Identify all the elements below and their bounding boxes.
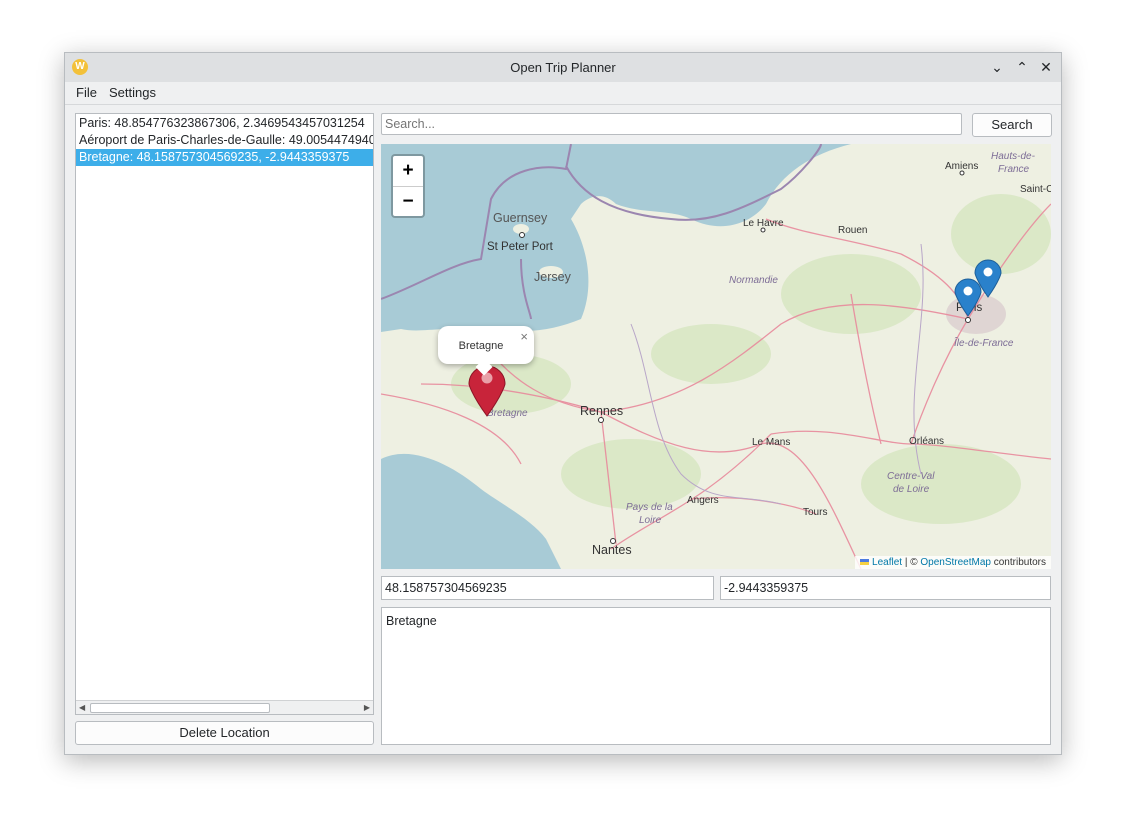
map-label: Le Mans	[752, 437, 790, 448]
map-popup: Bretagne ×	[438, 326, 534, 376]
leaflet-link[interactable]: Leaflet	[872, 557, 902, 568]
zoom-in-button[interactable]: +	[393, 156, 423, 187]
map-label: Loire	[639, 515, 662, 526]
app-window: W Open Trip Planner ⌄ ⌃ ✕ File Settings …	[64, 52, 1062, 755]
location-list[interactable]: Paris: 48.854776323867306, 2.34695434570…	[75, 113, 374, 715]
map-label: Pays de la	[626, 502, 673, 513]
popup-close-icon[interactable]: ×	[520, 329, 528, 344]
menu-file[interactable]: File	[76, 85, 97, 100]
minimize-icon[interactable]: ⌄	[988, 58, 1006, 76]
description-field[interactable]: Bretagne	[381, 607, 1051, 745]
list-item[interactable]: Aéroport de Paris-Charles-de-Gaulle: 49.…	[76, 132, 373, 149]
menu-settings[interactable]: Settings	[109, 85, 156, 100]
title-bar: W Open Trip Planner ⌄ ⌃ ✕	[65, 53, 1061, 82]
map-label: Normandie	[729, 275, 778, 286]
map-label: Hauts-de-	[991, 151, 1036, 162]
map-label: Rennes	[580, 404, 623, 418]
menu-bar: File Settings	[65, 82, 1061, 105]
ukraine-flag-icon	[860, 559, 870, 565]
map-label: Orléans	[909, 436, 944, 447]
map-label: Nantes	[592, 543, 632, 557]
maximize-icon[interactable]: ⌃	[1013, 58, 1031, 76]
map-label: St Peter Port	[487, 241, 554, 253]
map-label: Amiens	[945, 161, 978, 172]
close-icon[interactable]: ✕	[1037, 58, 1055, 76]
search-button[interactable]: Search	[972, 113, 1052, 137]
list-item[interactable]: Bretagne: 48.158757304569235, -2.9443359…	[76, 149, 373, 166]
osm-link[interactable]: OpenStreetMap	[920, 557, 991, 568]
map-view[interactable]: Guernsey St Peter Port Jersey Le Havre R…	[381, 144, 1051, 569]
scroll-right-icon[interactable]: ▶	[364, 703, 370, 712]
map-label: de Loire	[893, 484, 930, 495]
delete-location-button[interactable]: Delete Location	[75, 721, 374, 745]
attribution-suffix: contributors	[990, 557, 1046, 568]
map-label: Île-de-France	[954, 336, 1014, 349]
map-label: France	[998, 164, 1030, 175]
map-label: Saint-C	[1020, 184, 1051, 195]
map-label: Angers	[687, 495, 719, 506]
latitude-field[interactable]: 48.158757304569235	[381, 576, 714, 600]
map-label: Le Havre	[743, 218, 784, 229]
horizontal-scrollbar[interactable]: ◀ ▶	[76, 700, 373, 714]
map-label: Jersey	[534, 270, 572, 284]
map-attribution: Leaflet | © OpenStreetMap contributors	[855, 556, 1051, 569]
scrollbar-thumb[interactable]	[90, 703, 270, 713]
attribution-separator: | ©	[902, 557, 921, 568]
map-label: Rouen	[838, 225, 867, 236]
map-label: Tours	[803, 507, 827, 518]
search-input[interactable]	[381, 113, 962, 135]
longitude-field[interactable]: -2.9443359375	[720, 576, 1051, 600]
scroll-left-icon[interactable]: ◀	[79, 703, 85, 712]
window-title: Open Trip Planner	[510, 60, 616, 75]
map-label: Bretagne	[487, 408, 528, 419]
map-label: Guernsey	[493, 211, 548, 225]
list-item[interactable]: Paris: 48.854776323867306, 2.34695434570…	[76, 115, 373, 132]
zoom-out-button[interactable]: −	[393, 187, 423, 217]
map-label: Centre-Val	[887, 471, 935, 482]
zoom-control: + −	[391, 154, 425, 218]
popup-text: Bretagne	[458, 340, 504, 352]
